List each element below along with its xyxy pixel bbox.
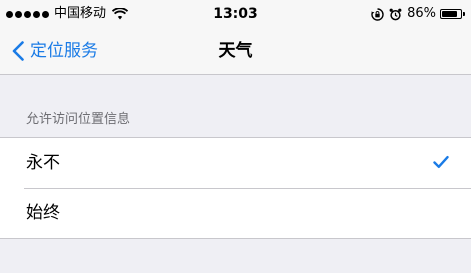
option-label: 始终 [26,203,60,223]
status-bar: 中国移动 13:03 86% [0,0,471,28]
battery-cap [463,12,465,16]
option-always[interactable]: 始终 [0,188,471,238]
navigation-bar: 定位服务 天气 [0,28,471,75]
checkmark-icon [433,155,449,169]
battery-level-fill [442,11,458,17]
alarm-icon [389,8,402,21]
location-access-options: 永不 始终 [0,137,471,239]
status-bar-right: 86% [371,6,465,22]
section-header: 允许访问位置信息 [26,112,131,127]
option-label: 永不 [26,153,60,173]
page-title: 天气 [218,41,253,61]
battery-percentage: 86% [407,6,436,21]
battery-icon [440,9,462,19]
option-never[interactable]: 永不 [0,138,471,188]
orientation-lock-icon [371,7,384,21]
